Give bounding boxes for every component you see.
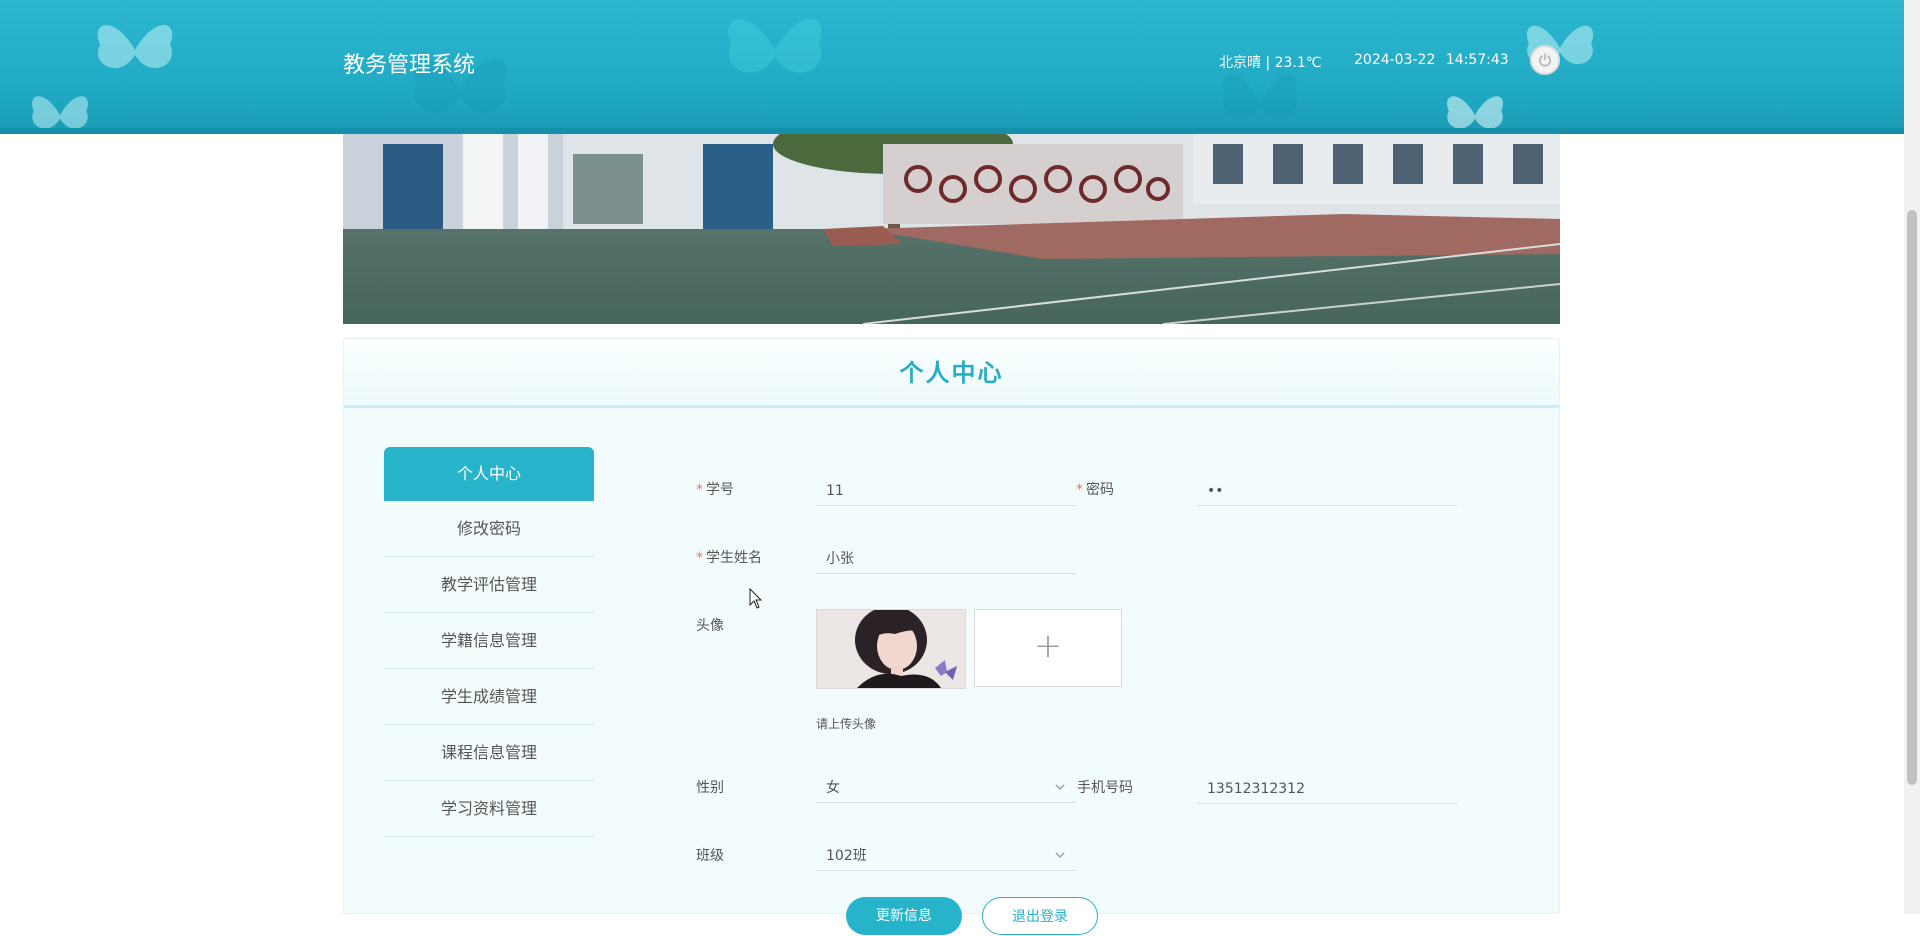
password-label: * 密码 xyxy=(1076,482,1114,498)
class-select[interactable]: 102班 xyxy=(816,841,1076,871)
chevron-down-icon xyxy=(1055,852,1065,858)
butterfly-decoration xyxy=(728,18,822,73)
avatar-upload-button[interactable]: + xyxy=(974,609,1122,687)
page-scrollbar[interactable] xyxy=(1904,0,1920,914)
class-selected-value: 102班 xyxy=(826,848,867,864)
butterfly-decoration xyxy=(1447,96,1503,129)
power-icon xyxy=(1539,53,1551,67)
gender-label: 性别 xyxy=(696,780,724,796)
app-title: 教务管理系统 xyxy=(343,53,476,78)
class-label: 班级 xyxy=(696,848,724,864)
student-no-input[interactable]: 11 xyxy=(816,476,1076,506)
banner-image xyxy=(343,134,1560,324)
student-name-input[interactable]: 小张 xyxy=(816,544,1076,574)
student-name-label: * 学生姓名 xyxy=(696,550,762,566)
personal-center-panel: 个人中心 个人中心 修改密码 教学评估管理 学籍信息管理 学生成绩管理 课程信息… xyxy=(343,338,1560,935)
logout-power-button[interactable] xyxy=(1530,45,1560,75)
required-asterisk: * xyxy=(1076,482,1083,498)
password-input[interactable]: •• xyxy=(1197,476,1457,506)
gender-select[interactable]: 女 xyxy=(816,773,1076,803)
student-no-label: * 学号 xyxy=(696,482,734,498)
menu-item-personal-center[interactable]: 个人中心 xyxy=(384,447,594,501)
chevron-down-icon xyxy=(1055,784,1065,790)
weather-info: 北京晴 | 23.1℃ xyxy=(1219,55,1322,71)
butterfly-decoration xyxy=(32,96,88,129)
required-asterisk: * xyxy=(696,550,703,566)
menu-item-student-grades[interactable]: 学生成绩管理 xyxy=(384,670,594,725)
scrollbar-thumb[interactable] xyxy=(1907,210,1917,785)
phone-input[interactable]: 13512312312 xyxy=(1197,774,1457,804)
butterfly-decoration xyxy=(97,25,173,69)
avatar-label: 头像 xyxy=(696,618,724,634)
butterfly-decoration xyxy=(1526,25,1594,65)
school-courtyard-photo xyxy=(343,134,1560,324)
menu-item-student-status[interactable]: 学籍信息管理 xyxy=(384,614,594,669)
update-info-button[interactable]: 更新信息 xyxy=(846,897,962,935)
menu-item-change-password[interactable]: 修改密码 xyxy=(384,502,594,557)
required-asterisk: * xyxy=(696,482,703,498)
menu-item-teaching-evaluation[interactable]: 教学评估管理 xyxy=(384,558,594,613)
gender-selected-value: 女 xyxy=(826,780,840,796)
avatar-image[interactable] xyxy=(816,609,966,689)
top-header: 教务管理系统 北京晴 | 23.1℃ 2024-03-22 14:57:43 xyxy=(0,0,1904,134)
phone-label: 手机号码 xyxy=(1077,780,1133,796)
plus-icon: + xyxy=(1033,626,1063,666)
avatar-portrait xyxy=(817,610,965,688)
current-datetime: 2024-03-22 14:57:43 xyxy=(1354,52,1509,68)
page-title: 个人中心 xyxy=(899,359,1004,387)
side-menu: 个人中心 修改密码 教学评估管理 学籍信息管理 学生成绩管理 课程信息管理 学习… xyxy=(384,447,594,838)
avatar-upload-hint: 请上传头像 xyxy=(816,717,877,731)
mouse-cursor-icon xyxy=(749,588,763,609)
menu-item-course-info[interactable]: 课程信息管理 xyxy=(384,726,594,781)
panel-header: 个人中心 xyxy=(344,339,1559,408)
logout-button[interactable]: 退出登录 xyxy=(982,897,1098,935)
menu-item-study-materials[interactable]: 学习资料管理 xyxy=(384,782,594,837)
